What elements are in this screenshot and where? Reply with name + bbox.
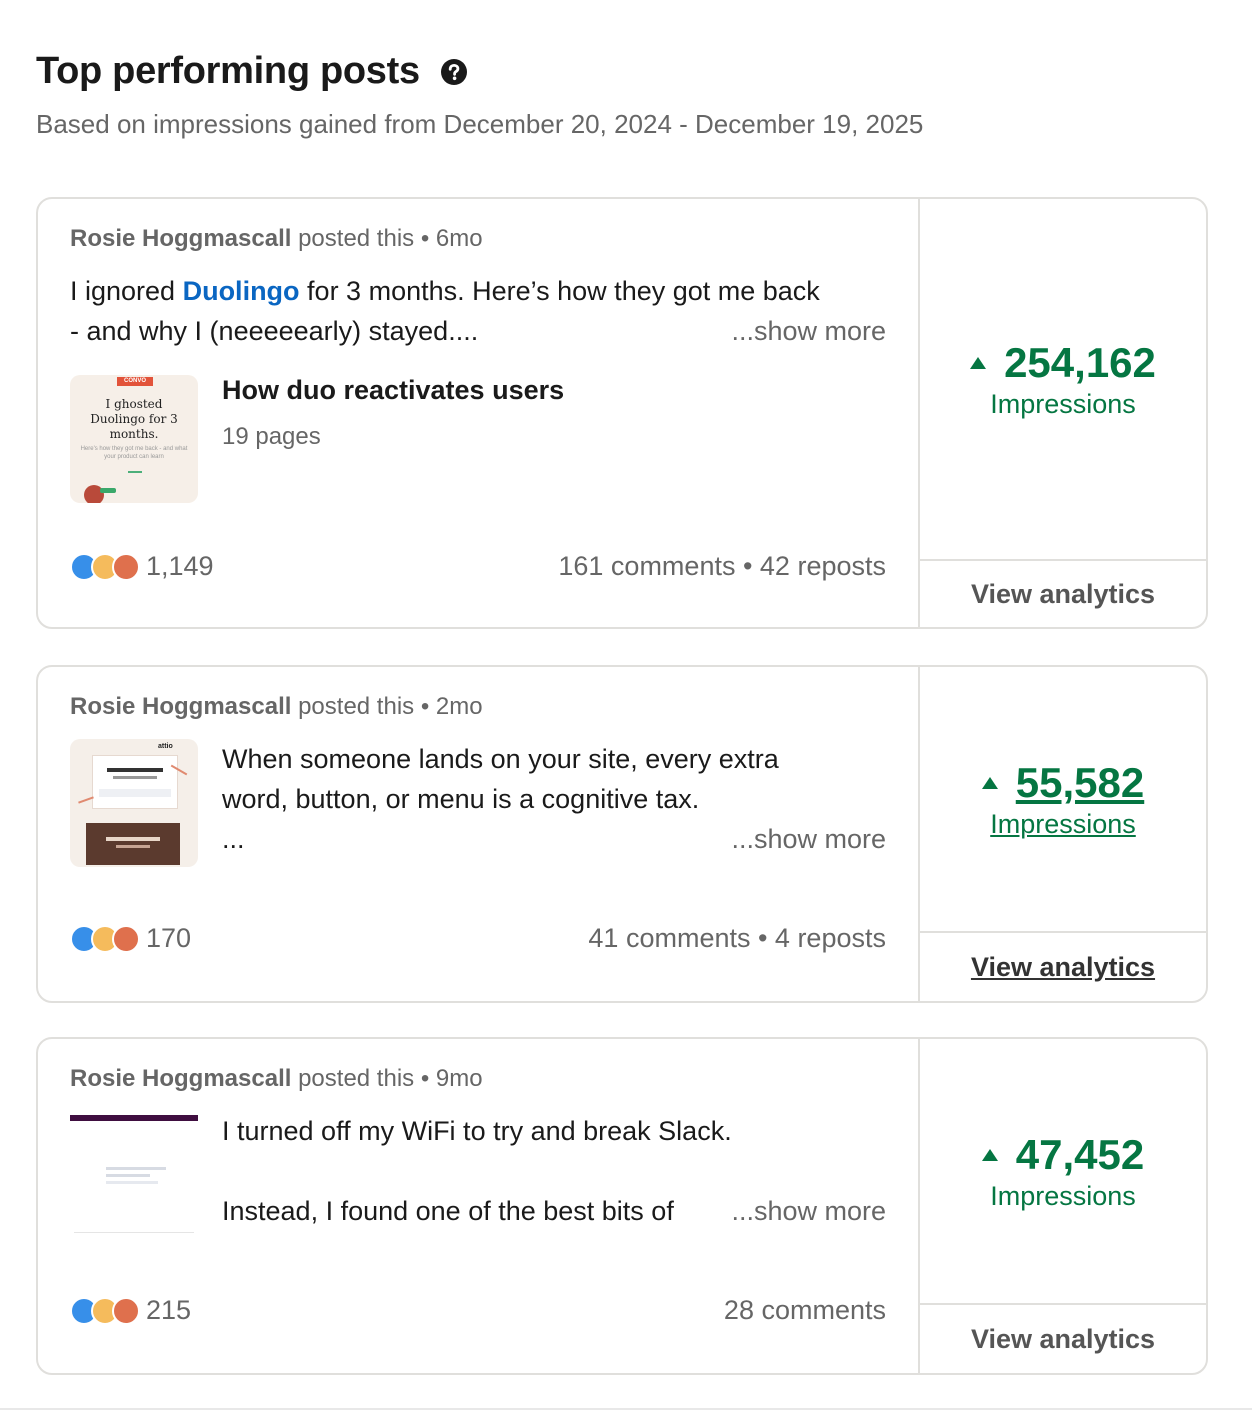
show-more-link[interactable]: ...show more [719,1191,886,1231]
section-divider [0,1408,1252,1410]
impressions-label: Impressions [990,388,1136,419]
thumb-title: I ghosted Duolingo for 3 months. [90,397,178,441]
question-circle-icon[interactable] [440,58,468,86]
document-title[interactable]: How duo reactivates users [222,375,564,406]
view-analytics-button[interactable]: View analytics [920,933,1206,1001]
post-text-line: word, button, or menu is a cognitive tax… [222,784,700,814]
reactions-summary[interactable]: 1,149 [70,551,214,582]
impressions-count: 55,582 [1015,758,1145,806]
impressions-count: 47,452 [1015,1130,1145,1178]
thumb-screen [92,755,178,809]
post-meta: Rosie Hoggmascall posted this • 6mo [70,225,483,253]
section-header: Top performing posts Based on impression… [36,50,923,140]
document-thumbnail[interactable]: CONVO I ghosted Duolingo for 3 months. H… [70,375,198,503]
reaction-count: 170 [146,923,192,953]
reactions-summary[interactable]: 170 [70,923,191,954]
thumb-badge: CONVO [117,377,153,386]
page-title: Top performing posts [36,50,420,92]
impressions-stat[interactable]: 55,582 Impressions [920,667,1206,931]
post-text-line: - and why I (neeeeearly) stayed.... [70,316,479,346]
post-image-thumbnail[interactable]: attio [70,739,198,867]
post-text: I ignored Duolingo for 3 months. Here’s … [70,271,820,351]
post-text-line: ... [222,824,245,854]
thumb-line [74,1232,194,1233]
view-analytics-button[interactable]: View analytics [920,561,1206,627]
post-text: When someone lands on your site, every e… [222,739,779,859]
love-reaction-icon [112,1296,140,1325]
post-text: I turned off my WiFi to try and break Sl… [222,1111,732,1231]
post-image-thumbnail[interactable] [70,1111,198,1239]
post-text-part: I ignored [70,276,183,306]
thumb-tag [100,488,116,493]
up-triangle-icon [970,356,987,369]
post-content[interactable]: Rosie Hoggmascall posted this • 6mo I ig… [38,199,918,627]
impressions-panel: 254,162 Impressions View analytics [920,199,1206,627]
document-page-count: 19 pages [222,423,321,450]
show-more-link[interactable]: ...show more [719,819,886,859]
thumb-line [106,1181,158,1184]
thumb-line [106,1174,150,1177]
impressions-count: 254,162 [1004,338,1156,386]
impressions-panel: 55,582 Impressions View analytics [920,667,1206,1001]
engagement-summary[interactable]: 41 comments • 4 reposts [588,923,886,954]
impressions-label: Impressions [990,1180,1136,1211]
post-card: Rosie Hoggmascall posted this • 2mo atti… [36,665,1208,1003]
post-card: Rosie Hoggmascall posted this • 6mo I ig… [36,197,1208,629]
mention-link[interactable]: Duolingo [183,276,300,306]
reactions-summary[interactable]: 215 [70,1295,191,1326]
post-text-line: When someone lands on your site, every e… [222,744,779,774]
impressions-stat[interactable]: 47,452 Impressions [920,1039,1206,1303]
post-text-line: Instead, I found one of the best bits of [222,1196,674,1226]
post-text-blank-line [222,1151,732,1191]
impressions-label: Impressions [990,808,1136,839]
post-meta: Rosie Hoggmascall posted this • 9mo [70,1065,483,1093]
post-age: posted this • 2mo [291,693,483,720]
post-age: posted this • 9mo [291,1065,483,1092]
author-name[interactable]: Rosie Hoggmascall [70,693,291,720]
post-card: Rosie Hoggmascall posted this • 9mo I tu… [36,1037,1208,1375]
post-meta: Rosie Hoggmascall posted this • 2mo [70,693,483,721]
love-reaction-icon [112,924,140,953]
post-age: posted this • 6mo [291,225,483,252]
engagement-summary[interactable]: 28 comments [724,1295,886,1326]
up-triangle-icon [981,776,998,789]
post-text-line: I turned off my WiFi to try and break Sl… [222,1116,732,1146]
up-triangle-icon [981,1148,998,1161]
love-reaction-icon [112,552,140,581]
thumb-photo [86,823,180,865]
reaction-count: 1,149 [146,551,214,581]
thumb-arrow [128,471,142,473]
post-content[interactable]: Rosie Hoggmascall posted this • 2mo atti… [38,667,918,1001]
post-content[interactable]: Rosie Hoggmascall posted this • 9mo I tu… [38,1039,918,1373]
date-range-subtitle: Based on impressions gained from Decembe… [36,109,924,139]
impressions-stat[interactable]: 254,162 Impressions [920,199,1206,559]
author-name[interactable]: Rosie Hoggmascall [70,1065,291,1092]
post-text-part: for 3 months. Here’s how they got me bac… [299,276,820,306]
view-analytics-button[interactable]: View analytics [920,1305,1206,1373]
show-more-link[interactable]: ...show more [719,311,886,351]
thumb-line [106,1167,166,1170]
impressions-panel: 47,452 Impressions View analytics [920,1039,1206,1373]
thumb-window-bar [70,1115,198,1121]
thumb-caption: Here's how they got me back - and what y… [80,446,188,460]
engagement-summary[interactable]: 161 comments • 42 reposts [558,551,886,582]
thumb-brand: attio [158,743,173,750]
reaction-count: 215 [146,1295,192,1325]
author-name[interactable]: Rosie Hoggmascall [70,225,291,252]
